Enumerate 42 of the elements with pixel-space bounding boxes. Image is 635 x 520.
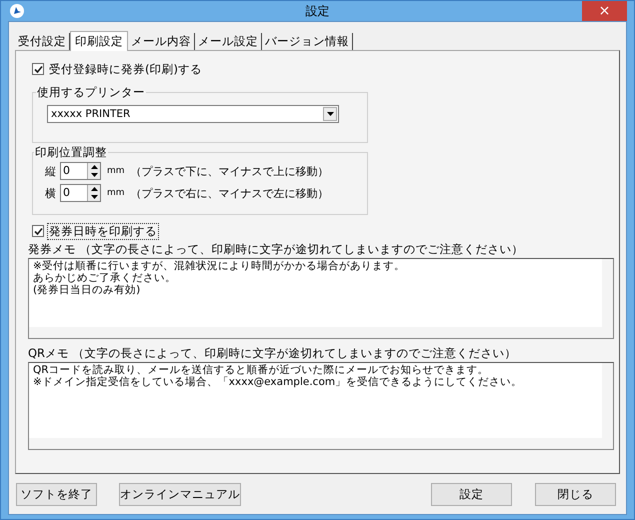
memo-line: ※ドメイン指定受信をしている場合、「xxxx@example.com」を受信できるようにしてください。 <box>33 376 522 388</box>
checkbox-label: 受付登録時に発券(印刷)する <box>48 62 203 76</box>
group-title: 使用するプリンター <box>36 85 146 100</box>
memo-line: ※受付は順番に行いますが、混雑状況により時間がかかる場合があります。 <box>33 260 405 272</box>
dialog-button[interactable]: 設定 <box>431 482 512 506</box>
axis-label: 縦 <box>45 164 56 178</box>
unit-label: mm <box>107 188 125 198</box>
axis-label: 横 <box>45 186 56 200</box>
number-spinner[interactable]: 0 <box>60 184 101 202</box>
spin-up-icon <box>90 187 98 191</box>
checkbox[interactable] <box>32 225 44 237</box>
memo-field[interactable]: ※受付は順番に行いますが、混雑状況により時間がかかる場合があります。 あらかじめご了承ください。 (発券日当日のみ有効) <box>28 258 614 339</box>
spin-down-icon <box>90 195 98 199</box>
number-spinner[interactable]: 0 <box>60 162 101 180</box>
dialog-button[interactable]: オンラインマニュアル <box>119 482 241 506</box>
app-icon <box>10 4 24 18</box>
group-title: 印刷位置調整 <box>34 145 108 160</box>
close-button[interactable]: × <box>582 1 627 21</box>
window-title: 設定 <box>306 2 330 20</box>
printer-dropdown[interactable]: xxxxx PRINTER <box>47 105 339 123</box>
dialog-button[interactable]: 閉じる <box>535 482 616 506</box>
memo-line: (発券日当日のみ有効) <box>33 284 140 296</box>
memo-label: QRメモ （文字の長さによって、印刷時に文字が途切れてしまいますのでご注意ください） <box>28 345 518 361</box>
spin-down-icon <box>90 173 98 177</box>
checkbox[interactable] <box>32 63 44 75</box>
vertical-scrollbar[interactable] <box>602 363 613 449</box>
checkbox-label: 発券日時を印刷する <box>48 224 158 238</box>
tab[interactable]: 印刷設定 <box>70 31 128 51</box>
hint-text: （プラスで下に、マイナスで上に移動） <box>130 164 329 178</box>
dropdown-arrow-icon <box>326 112 334 116</box>
spin-up-icon <box>90 165 98 169</box>
dialog-button[interactable]: ソフトを終了 <box>16 482 97 506</box>
unit-label: mm <box>107 166 125 176</box>
hint-text: （プラスで右に、マイナスで左に移動） <box>130 186 329 200</box>
horizontal-scrollbar[interactable] <box>29 327 602 338</box>
vertical-scrollbar[interactable] <box>602 259 613 338</box>
memo-line: QRコードを読み取り、メールを送信すると順番が近づいた際にメールでお知らせできます。 <box>33 364 489 376</box>
horizontal-scrollbar[interactable] <box>29 438 602 449</box>
memo-label: 発券メモ （文字の長さによって、印刷時に文字が途切れてしまいますのでご注意ください） <box>28 241 525 257</box>
tab[interactable]: バージョン情報 <box>262 33 353 50</box>
memo-field[interactable]: QRコードを読み取り、メールを送信すると順番が近づいた際にメールでお知らせできます。 ※ドメイン指定受信をしている場合、「xxxx@example.com」を受信できるようにしてください。 <box>28 362 614 450</box>
memo-line: あらかじめご了承ください。 <box>33 272 176 284</box>
